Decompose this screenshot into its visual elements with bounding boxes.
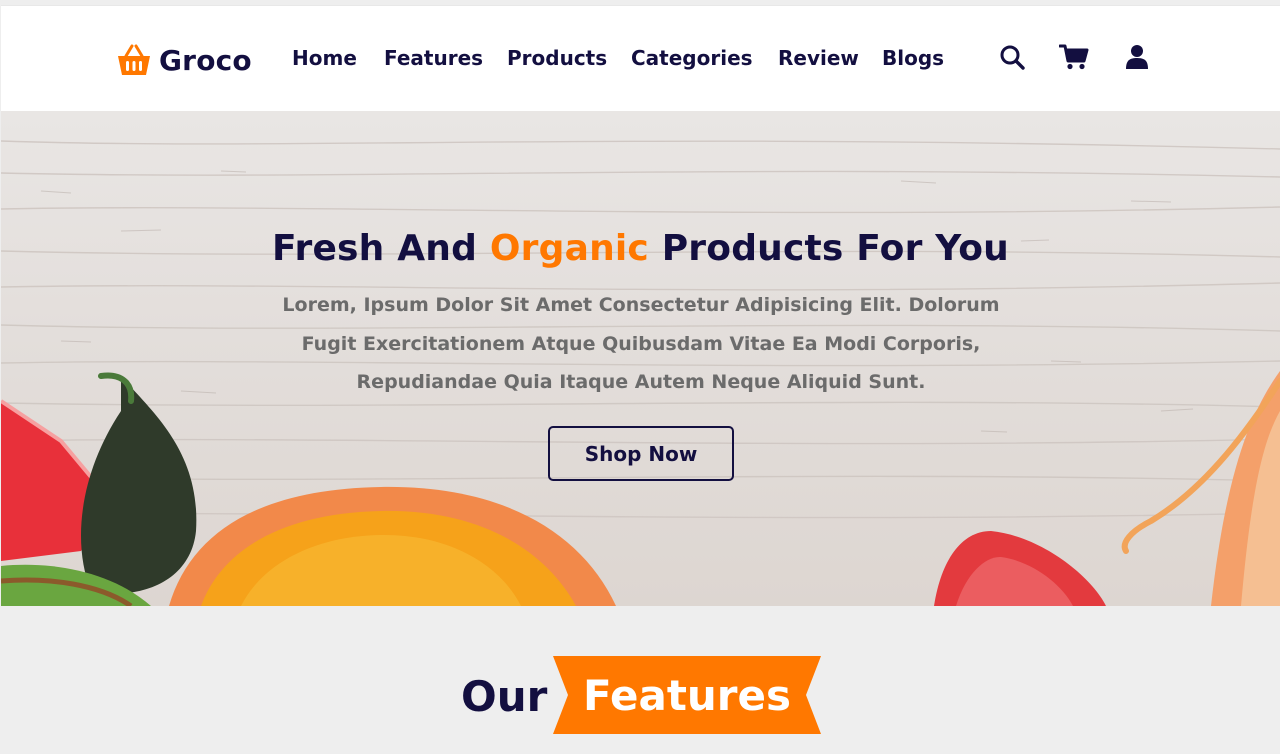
search-icon[interactable] bbox=[997, 42, 1027, 72]
features-section: Our Features bbox=[0, 606, 1280, 754]
nav-link-products[interactable]: Products bbox=[507, 46, 607, 70]
nav-link-features[interactable]: Features bbox=[384, 46, 483, 70]
hero-title-accent: Organic bbox=[489, 228, 649, 269]
nav-link-categories[interactable]: Categories bbox=[631, 46, 753, 70]
brand-name: Groco bbox=[159, 43, 252, 77]
hero-section: Fresh And Organic Products For You Lorem… bbox=[1, 111, 1280, 606]
features-heading-highlight: Features bbox=[583, 671, 791, 720]
hero-title-start: Fresh And bbox=[272, 228, 478, 269]
nav-link-review[interactable]: Review bbox=[778, 46, 859, 70]
nav-link-home[interactable]: Home bbox=[292, 46, 357, 70]
features-heading-prefix: Our bbox=[461, 672, 548, 721]
hero-description: Lorem, Ipsum Dolor Sit Amet Consectetur … bbox=[282, 294, 1000, 393]
basket-icon bbox=[116, 43, 152, 77]
shop-now-button[interactable]: Shop Now bbox=[548, 426, 734, 481]
site-header: Groco Home Features Products Categories … bbox=[1, 5, 1280, 111]
user-icon[interactable] bbox=[1122, 42, 1152, 72]
brand-logo[interactable]: Groco bbox=[116, 40, 252, 80]
hero-title-end: Products For You bbox=[661, 228, 1009, 269]
features-heading-ribbon: Features bbox=[553, 656, 821, 734]
nav-link-blogs[interactable]: Blogs bbox=[882, 46, 944, 70]
hero-title: Fresh And Organic Products For You bbox=[1, 228, 1280, 269]
cart-icon[interactable] bbox=[1059, 42, 1089, 72]
